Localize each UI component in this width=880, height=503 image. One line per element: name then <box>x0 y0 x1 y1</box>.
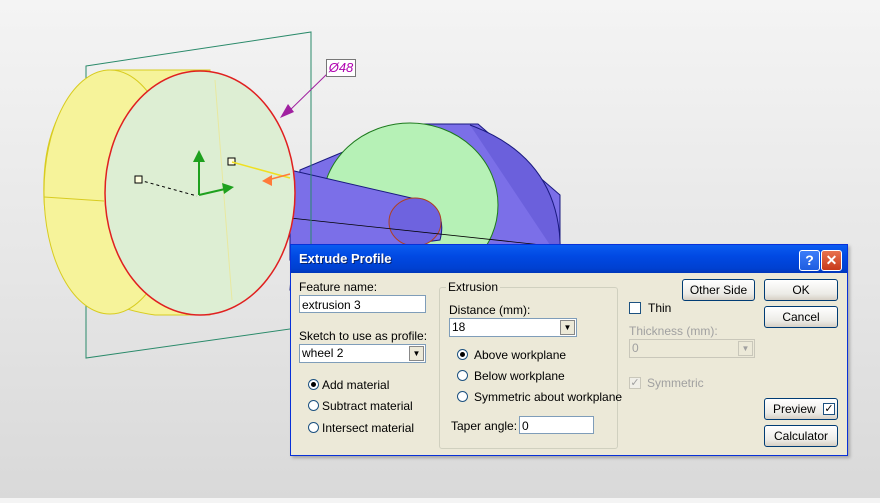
dialog-title: Extrude Profile <box>299 251 392 266</box>
intersect-material-radio[interactable] <box>308 422 319 433</box>
taper-angle-label: Taper angle: <box>451 419 518 433</box>
thickness-select: 0 ▼ <box>629 339 755 358</box>
calculator-button[interactable]: Calculator <box>764 425 838 447</box>
thin-checkbox[interactable] <box>629 302 641 314</box>
sketch-profile-value: wheel 2 <box>302 346 344 360</box>
preview-checkbox[interactable]: ✓ <box>823 403 835 415</box>
add-material-radio[interactable] <box>308 379 319 390</box>
sketch-point-left[interactable] <box>134 175 143 184</box>
above-workplane-radio[interactable] <box>457 349 468 360</box>
dialog-titlebar[interactable]: Extrude Profile ? ✕ <box>291 245 847 273</box>
symmetric-label: Symmetric <box>647 376 704 390</box>
extrusion-group-title: Extrusion <box>446 280 501 294</box>
taper-angle-input[interactable]: 0 <box>519 416 594 434</box>
preview-label: Preview <box>773 402 816 416</box>
thin-label[interactable]: Thin <box>648 301 671 315</box>
extrude-profile-dialog: Extrude Profile ? ✕ Feature name: extrus… <box>290 244 848 456</box>
sketch-profile-label: Sketch to use as profile: <box>299 329 428 343</box>
add-material-label[interactable]: Add material <box>322 378 389 392</box>
distance-value: 18 <box>452 320 466 334</box>
symmetric-workplane-label[interactable]: Symmetric about workplane <box>474 390 622 404</box>
sketch-profile-select[interactable]: wheel 2 ▼ <box>299 344 426 363</box>
check-icon: ✓ <box>630 377 640 389</box>
sketch-point-right[interactable] <box>227 157 236 166</box>
thickness-value: 0 <box>632 341 639 355</box>
other-side-button[interactable]: Other Side <box>682 279 755 301</box>
symmetric-checkbox: ✓ <box>629 377 641 389</box>
chevron-down-icon[interactable]: ▼ <box>560 320 575 335</box>
dimension-arrow <box>280 104 294 118</box>
chevron-down-icon[interactable]: ▼ <box>409 346 424 361</box>
diameter-dimension[interactable]: Ø48 <box>326 59 356 77</box>
feature-name-input[interactable]: extrusion 3 <box>299 295 426 313</box>
help-button[interactable]: ? <box>799 250 820 271</box>
chevron-down-icon: ▼ <box>738 341 753 356</box>
check-icon: ✓ <box>824 403 834 415</box>
distance-label: Distance (mm): <box>449 303 531 317</box>
ok-button[interactable]: OK <box>764 279 838 301</box>
inner-shaft-cap <box>388 197 442 247</box>
distance-select[interactable]: 18 ▼ <box>449 318 577 337</box>
close-button[interactable]: ✕ <box>821 250 842 271</box>
subtract-material-radio[interactable] <box>308 400 319 411</box>
dimension-leader <box>285 73 328 115</box>
above-workplane-label[interactable]: Above workplane <box>474 348 566 362</box>
cancel-button[interactable]: Cancel <box>764 306 838 328</box>
intersect-material-label[interactable]: Intersect material <box>322 421 414 435</box>
symmetric-workplane-radio[interactable] <box>457 391 468 402</box>
below-workplane-radio[interactable] <box>457 370 468 381</box>
close-icon: ✕ <box>825 252 838 268</box>
thickness-label: Thickness (mm): <box>629 324 718 338</box>
subtract-material-label[interactable]: Subtract material <box>322 399 413 413</box>
below-workplane-label[interactable]: Below workplane <box>474 369 565 383</box>
feature-name-label: Feature name: <box>299 280 378 294</box>
